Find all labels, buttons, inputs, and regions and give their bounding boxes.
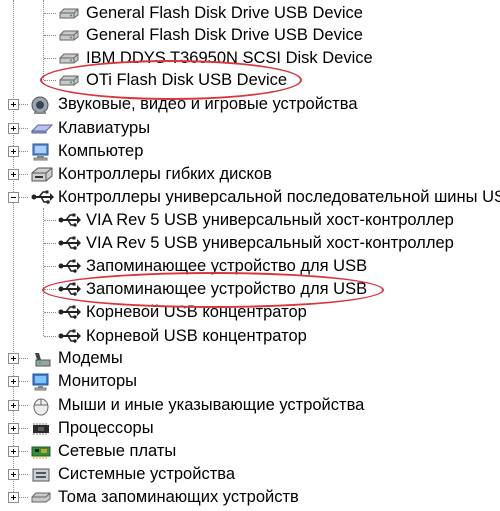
tree-item-label: IBM DDYS T36950N SCSI Disk Device [86, 49, 373, 67]
expand-plus-icon[interactable] [8, 423, 19, 434]
tree-item-label: Процессоры [58, 419, 154, 437]
tree-item-usb-child-0[interactable]: VIA Rev 5 USB универсальный хост-контрол… [0, 209, 500, 231]
tree-item-system-devices[interactable]: Системные устройства [0, 463, 500, 485]
expand-plus-icon[interactable] [8, 492, 19, 503]
device-tree: General Flash Disk Drive USB Device Gene… [0, 0, 500, 506]
tree-item-label: Контроллеры универсальной последовательн… [58, 188, 500, 206]
tree-item-disk-3[interactable]: OTi Flash Disk USB Device [0, 69, 500, 91]
tree-item-label: VIA Rev 5 USB универсальный хост-контрол… [86, 211, 454, 229]
modem-icon [30, 349, 51, 367]
expand-plus-icon[interactable] [8, 376, 19, 387]
tree-item-label: Мыши и иные указывающие устройства [58, 396, 365, 414]
tree-item-processors[interactable]: Процессоры [0, 417, 500, 439]
floppy-controller-icon [30, 165, 53, 183]
tree-item-label: General Flash Disk Drive USB Device [86, 26, 363, 44]
tree-item-label: Клавиатуры [58, 119, 151, 137]
tree-item-keyboards[interactable]: Клавиатуры [0, 117, 500, 139]
disk-drive-icon [58, 49, 79, 67]
tree-item-label: Корневой USB концентратор [86, 303, 307, 321]
tree-item-label: Тома запоминающих устройств [58, 488, 299, 506]
storage-volumes-icon [30, 488, 51, 506]
usb-icon [57, 211, 81, 229]
tree-item-disk-1[interactable]: General Flash Disk Drive USB Device [0, 24, 500, 46]
tree-item-monitors[interactable]: Мониторы [0, 370, 500, 392]
usb-icon [57, 327, 81, 345]
usb-icon [57, 280, 81, 298]
tree-item-modems[interactable]: Модемы [0, 347, 500, 369]
usb-icon [57, 303, 81, 321]
tree-item-label: Корневой USB концентратор [86, 327, 307, 345]
tree-item-label: Звуковые, видео и игровые устройства [58, 95, 358, 113]
tree-item-disk-2[interactable]: IBM DDYS T36950N SCSI Disk Device [0, 47, 500, 69]
tree-item-usb-child-5[interactable]: Корневой USB концентратор [0, 325, 500, 347]
monitor-icon [30, 372, 50, 391]
tree-item-storage-volumes[interactable]: Тома запоминающих устройств [0, 486, 500, 508]
tree-item-sound-video-game[interactable]: Звуковые, видео и игровые устройства [0, 93, 500, 115]
tree-item-label: General Flash Disk Drive USB Device [86, 4, 363, 22]
mouse-icon [30, 396, 50, 416]
tree-item-label: Сетевые платы [58, 442, 177, 460]
tree-item-label: Мониторы [58, 372, 138, 390]
usb-icon [57, 234, 81, 252]
disk-drive-icon [58, 4, 79, 22]
tree-item-floppy-controllers[interactable]: Контроллеры гибких дисков [0, 163, 500, 185]
expand-plus-icon[interactable] [8, 146, 19, 157]
tree-item-label: Системные устройства [58, 465, 236, 483]
tree-item-label: VIA Rev 5 USB универсальный хост-контрол… [86, 234, 454, 252]
tree-item-computer[interactable]: Компьютер [0, 140, 500, 162]
collapse-minus-icon[interactable] [8, 192, 19, 203]
processor-icon [30, 419, 50, 437]
expand-plus-icon[interactable] [8, 446, 19, 457]
speaker-icon [30, 95, 50, 114]
tree-item-mice[interactable]: Мыши и иные указывающие устройства [0, 394, 500, 416]
usb-icon [30, 188, 54, 206]
expand-plus-icon[interactable] [8, 123, 19, 134]
keyboard-icon [30, 119, 54, 137]
expand-plus-icon[interactable] [8, 353, 19, 364]
network-card-icon [30, 442, 51, 460]
computer-icon [30, 142, 50, 161]
tree-item-usb-child-4[interactable]: Корневой USB концентратор [0, 301, 500, 323]
tree-item-network-cards[interactable]: Сетевые платы [0, 440, 500, 462]
disk-drive-icon [58, 71, 79, 89]
tree-item-usb-child-3[interactable]: Запоминающее устройство для USB [0, 278, 500, 300]
disk-drive-icon [58, 26, 79, 44]
tree-item-label: OTi Flash Disk USB Device [86, 71, 288, 89]
expand-plus-icon[interactable] [8, 169, 19, 180]
tree-item-label: Модемы [58, 349, 123, 367]
tree-item-disk-0[interactable]: General Flash Disk Drive USB Device [0, 2, 500, 24]
usb-icon [57, 257, 81, 275]
tree-item-label: Запоминающее устройство для USB [86, 257, 368, 275]
tree-item-label: Запоминающее устройство для USB [86, 280, 368, 298]
expand-plus-icon[interactable] [8, 400, 19, 411]
expand-plus-icon[interactable] [8, 99, 19, 110]
tree-item-label: Компьютер [58, 142, 144, 160]
tree-item-label: Контроллеры гибких дисков [58, 165, 272, 183]
system-devices-icon [30, 465, 50, 483]
tree-item-usb-controllers[interactable]: Контроллеры универсальной последовательн… [0, 186, 500, 208]
tree-item-usb-child-2[interactable]: Запоминающее устройство для USB [0, 255, 500, 277]
tree-item-usb-child-1[interactable]: VIA Rev 5 USB универсальный хост-контрол… [0, 232, 500, 254]
expand-plus-icon[interactable] [8, 469, 19, 480]
